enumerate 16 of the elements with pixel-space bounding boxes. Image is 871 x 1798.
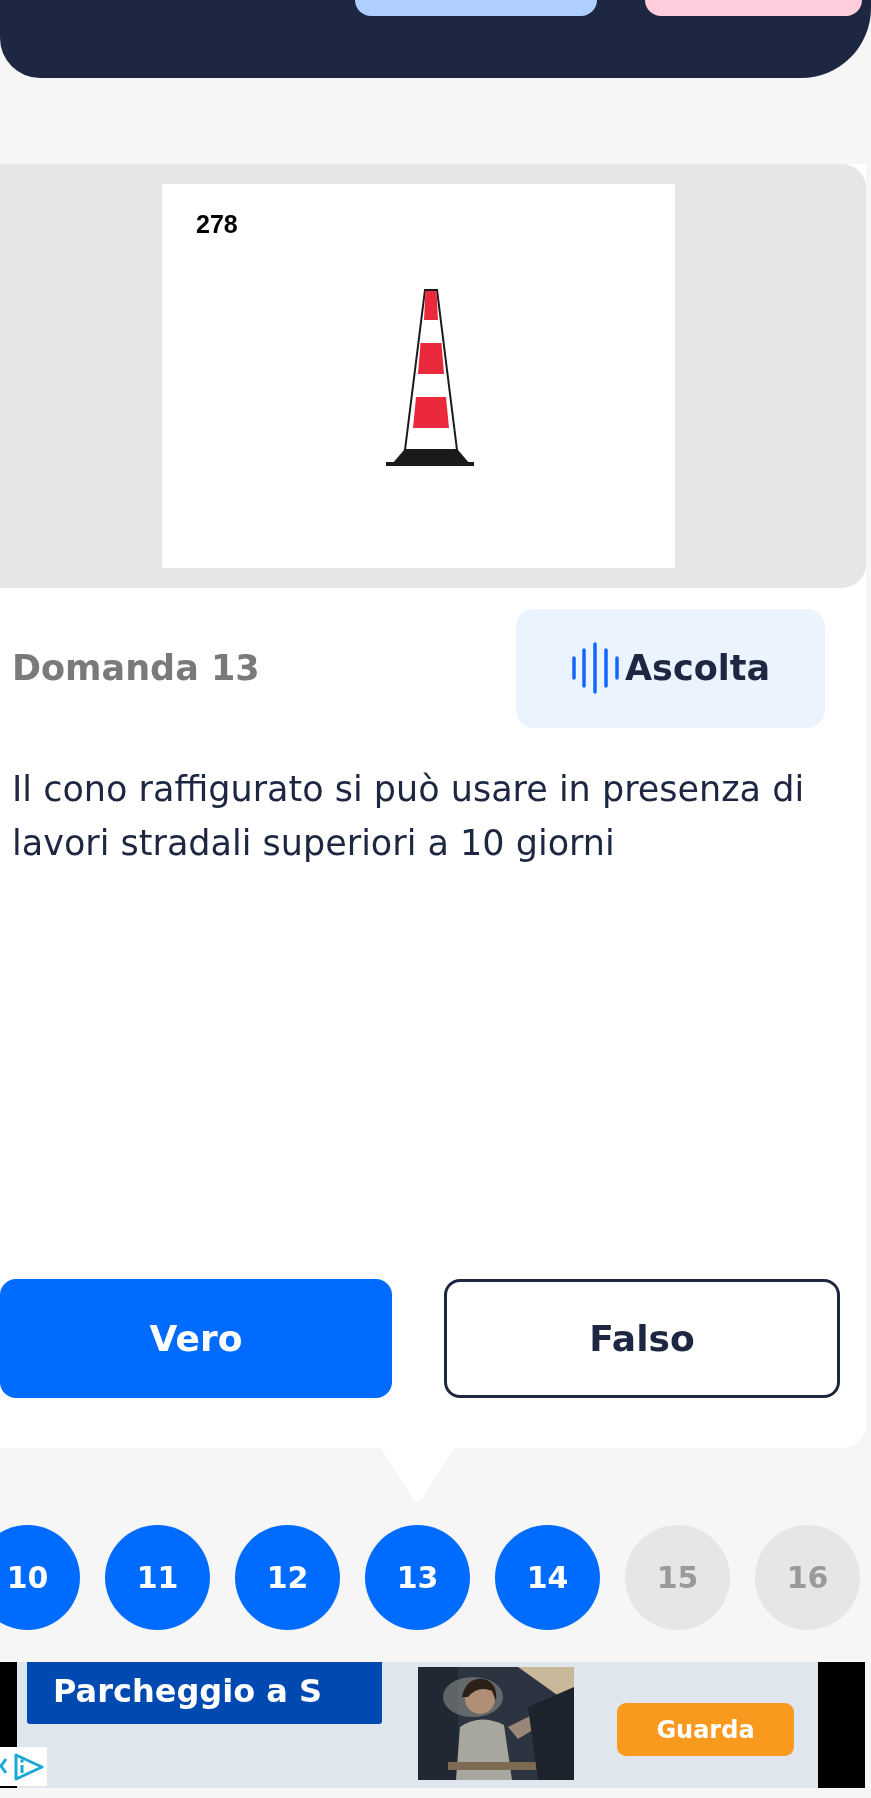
question-number[interactable]: 14	[495, 1525, 600, 1630]
listen-button[interactable]: Ascolta	[516, 608, 825, 728]
header-button[interactable]	[355, 0, 597, 16]
question-number[interactable]: 12	[235, 1525, 340, 1630]
answer-button[interactable]: Falso	[444, 1279, 840, 1398]
question-title: Domanda 13	[12, 648, 260, 688]
ad-headline: Parcheggio a S	[27, 1662, 382, 1724]
sound-wave-icon	[570, 642, 621, 694]
ad-choices-icon[interactable]	[0, 1747, 47, 1786]
question-number[interactable]: 10	[0, 1525, 80, 1630]
question-number[interactable]: 13	[365, 1525, 470, 1630]
figure-number: 278	[196, 210, 238, 239]
answer-button[interactable]: Vero	[0, 1279, 392, 1398]
question-number[interactable]: 11	[105, 1525, 210, 1630]
header-button[interactable]	[645, 0, 862, 16]
question-text: Il cono raffigurato si può usare in presenza di lavori stradali superiori a 10 giorni	[12, 768, 806, 865]
